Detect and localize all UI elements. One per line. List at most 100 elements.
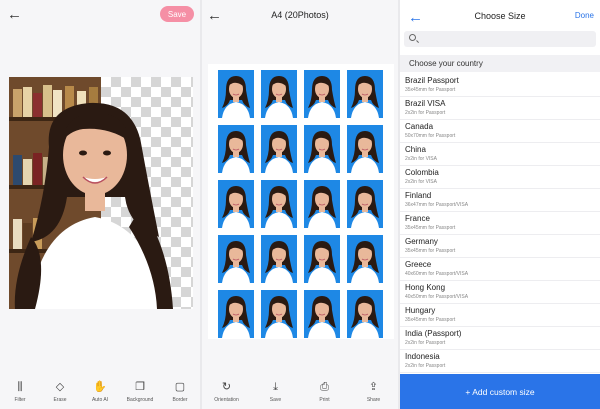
photo-size-spec: 2x2in for VISA (405, 179, 437, 185)
back-arrow-icon[interactable]: ← (7, 7, 22, 22)
photo-size-spec: 35x45mm for Passport (405, 225, 456, 231)
app-screens: ← Save ⫼ Filter ◇ Erase ✋ Auto AI ❐ Back… (0, 0, 600, 409)
country-item[interactable]: Colombia 2x2in for VISA (400, 166, 600, 189)
erase-tool[interactable]: ◇ Erase (41, 381, 79, 403)
passport-photo-tile (261, 180, 297, 228)
save-sheet-button[interactable]: ⤓ Save (257, 381, 295, 403)
country-name: Canada (405, 122, 434, 131)
passport-photo-tile (347, 290, 383, 338)
layers-icon: ❐ (135, 381, 145, 393)
auto-ai-tool[interactable]: ✋ Auto AI (81, 381, 119, 403)
country-name: Indonesia (405, 352, 440, 361)
download-icon: ⤓ (273, 381, 278, 393)
section-header: Choose your country (400, 55, 600, 72)
passport-photo-tile (218, 235, 254, 283)
editor-screen: ← Save ⫼ Filter ◇ Erase ✋ Auto AI ❐ Back… (0, 0, 200, 409)
tool-label: Orientation (214, 397, 239, 403)
country-name: China (405, 145, 426, 154)
sliders-icon: ⫼ (17, 381, 23, 393)
passport-photo-tile (304, 235, 340, 283)
photo-size-spec: 2x2in for Passport (405, 110, 446, 116)
printer-icon: ⎙ (320, 381, 329, 393)
rotate-icon: ↻ (221, 381, 232, 393)
editor-toolbar: ⫼ Filter ◇ Erase ✋ Auto AI ❐ Background … (0, 375, 200, 409)
orientation-button[interactable]: ↻ Orientation (208, 381, 246, 403)
photo-size-spec: 35x45mm for Passport (405, 248, 456, 254)
passport-photo-tile (261, 70, 297, 118)
passport-photo-tile (304, 180, 340, 228)
tool-label: Share (366, 397, 381, 403)
country-item[interactable]: Hong Kong 40x50mm for Passport/VISA (400, 281, 600, 304)
country-item[interactable]: France 35x45mm for Passport (400, 212, 600, 235)
share-button[interactable]: ⇪ Share (355, 381, 393, 403)
passport-photo-tile (218, 70, 254, 118)
photo-size-spec: 50x70mm for Passport (405, 133, 456, 139)
portrait-subject (14, 102, 173, 309)
country-name: India (Passport) (405, 329, 462, 338)
country-item[interactable]: India (Passport) 2x2in for Passport (400, 327, 600, 350)
photo-size-spec: 2x2in for VISA (405, 156, 437, 162)
country-item[interactable]: Canada 50x70mm for Passport (400, 120, 600, 143)
tool-label: Print (319, 397, 330, 403)
photo-sheet (208, 64, 394, 339)
photo-size-spec: 40x50mm for Passport/VISA (405, 294, 469, 300)
photo-size-spec: 40x60mm for Passport/VISA (405, 271, 469, 277)
photo-size-spec: 35x45mm for Passport (405, 317, 456, 323)
search-input[interactable] (404, 31, 596, 47)
tool-label: Auto AI (91, 397, 109, 403)
country-item[interactable]: Finland 36x47mm for Passport/VISA (400, 189, 600, 212)
passport-photo-tile (304, 70, 340, 118)
country-item[interactable]: Hungary 35x45mm for Passport (400, 304, 600, 327)
country-item[interactable]: Brazil VISA 2x2in for Passport (400, 97, 600, 120)
country-name: Germany (405, 237, 438, 246)
print-button[interactable]: ⎙ Print (306, 381, 344, 403)
country-name: Finland (405, 191, 432, 200)
country-name: Hungary (405, 306, 436, 315)
editor-header: ← Save (0, 0, 200, 28)
done-button[interactable]: Done (575, 11, 594, 20)
passport-photo-tile (304, 290, 340, 338)
border-tool[interactable]: ▢ Border (161, 381, 199, 403)
country-name: Brazil Passport (405, 76, 459, 85)
country-item[interactable]: Greece 40x60mm for Passport/VISA (400, 258, 600, 281)
tool-label: Save (269, 397, 282, 403)
passport-photo-tile (261, 290, 297, 338)
country-name: Greece (405, 260, 432, 269)
print-sheet-screen: ← A4 (20Photos) ↻ Orientation ⤓ Save ⎙ P… (202, 0, 398, 409)
country-name: Brazil VISA (405, 99, 446, 108)
country-item[interactable]: Germany 35x45mm for Passport (400, 235, 600, 258)
sheet-title: A4 (20Photos) (271, 10, 329, 20)
country-name: France (405, 214, 430, 223)
save-button[interactable]: Save (160, 6, 194, 22)
passport-photo-tile (218, 290, 254, 338)
country-name: Hong Kong (405, 283, 446, 292)
photo-size-spec: 2x2in for Passport (405, 363, 446, 369)
country-item[interactable]: Indonesia 2x2in for Passport (400, 350, 600, 373)
passport-photo-tile (347, 125, 383, 173)
country-list: Brazil Passport 35x45mm for Passport Brazi… (400, 74, 600, 374)
search-icon (409, 34, 416, 41)
photo-size-spec: 36x47mm for Passport/VISA (405, 202, 469, 208)
tool-label: Background (126, 397, 154, 403)
hand-icon: ✋ (93, 381, 107, 393)
passport-photo-tile (347, 180, 383, 228)
add-custom-size-button[interactable]: + Add custom size (400, 374, 600, 409)
country-item[interactable]: Brazil Passport 35x45mm for Passport (400, 74, 600, 97)
background-tool[interactable]: ❐ Background (121, 381, 159, 403)
photo-size-spec: 2x2in for Passport (405, 340, 446, 346)
sheet-toolbar: ↻ Orientation ⤓ Save ⎙ Print ⇪ Share (202, 375, 398, 409)
filter-tool[interactable]: ⫼ Filter (1, 381, 39, 403)
passport-photo-tile (218, 180, 254, 228)
country-item[interactable]: China 2x2in for VISA (400, 143, 600, 166)
border-icon: ▢ (174, 381, 186, 393)
tool-label: Filter (14, 397, 26, 403)
photo-preview (9, 77, 193, 309)
country-name: Colombia (405, 168, 439, 177)
passport-photo-tile (304, 125, 340, 173)
passport-photo-tile (347, 235, 383, 283)
passport-photo-tile (261, 235, 297, 283)
passport-photo-tile (218, 125, 254, 173)
passport-photo-tile (347, 70, 383, 118)
page-title: Choose Size (474, 11, 526, 21)
share-icon: ⇪ (368, 381, 379, 393)
